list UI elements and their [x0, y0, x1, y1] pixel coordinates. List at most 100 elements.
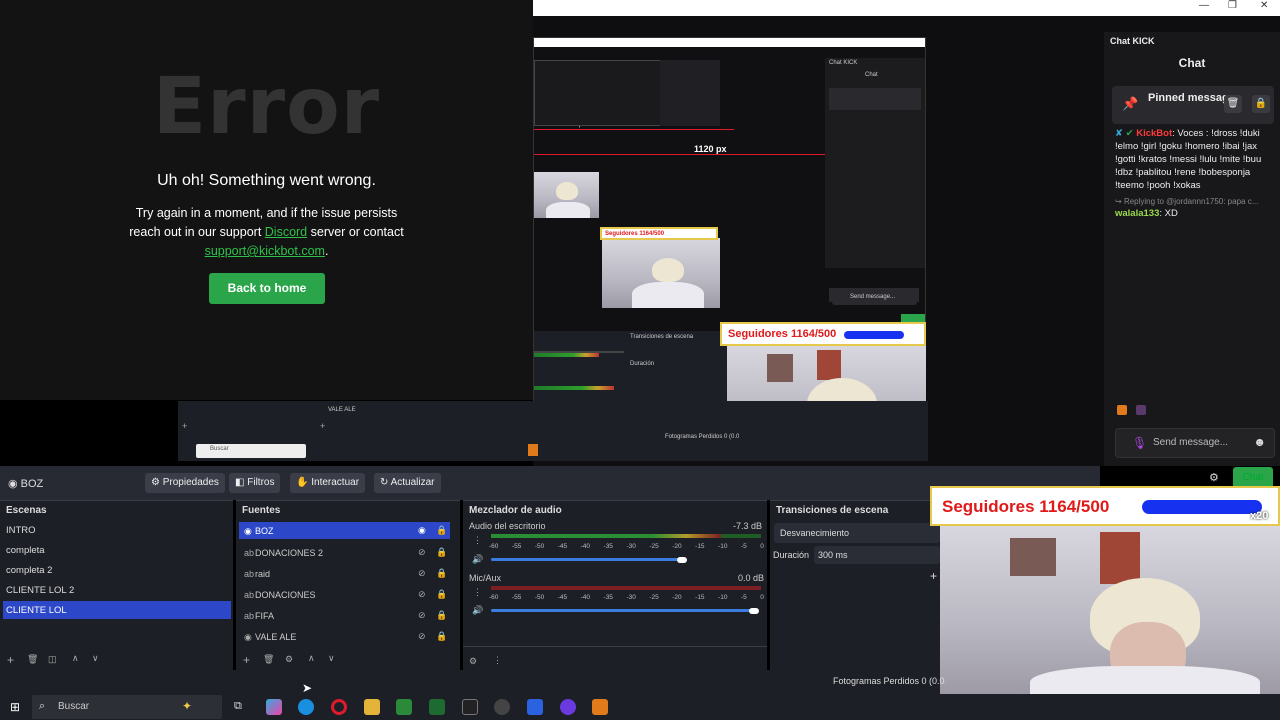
- lock-icon[interactable]: 🔒: [436, 631, 447, 642]
- pinned-label: Pinned message: [1148, 92, 1235, 104]
- lock-icon[interactable]: 🔒: [436, 610, 447, 621]
- source-item[interactable]: FIFA: [255, 611, 274, 621]
- filters-button[interactable]: ◧ Filtros: [229, 473, 281, 493]
- eye-icon[interactable]: ◉: [418, 525, 426, 536]
- add-icon[interactable]: +: [7, 653, 14, 667]
- menu-dots-icon[interactable]: ⋮: [493, 655, 502, 666]
- desktop-volume-slider[interactable]: [491, 558, 681, 561]
- move-down-icon[interactable]: ∨: [92, 653, 99, 664]
- close-button[interactable]: ✕: [1260, 0, 1268, 11]
- chat-username[interactable]: walala133: [1115, 208, 1159, 219]
- send-message-input[interactable]: 🎙 Send message... ☻: [1115, 428, 1275, 458]
- scene-item[interactable]: INTRO: [6, 525, 36, 536]
- mic-volume-slider[interactable]: [491, 609, 756, 612]
- eye-hidden-icon[interactable]: ⊘: [418, 547, 426, 558]
- browser-icon: ◉: [244, 526, 252, 536]
- taskbar-search[interactable]: ⌕ Buscar ✦: [32, 695, 222, 719]
- status-bar: [0, 670, 940, 694]
- transition-select[interactable]: Desvanecimiento: [774, 523, 940, 543]
- app-icon[interactable]: [429, 699, 445, 715]
- gear-icon[interactable]: ⚙: [1209, 471, 1219, 484]
- followers-text-large: Seguidores 1164/500: [942, 497, 1110, 516]
- move-up-icon[interactable]: ∧: [72, 653, 79, 664]
- mic-db: 0.0 dB: [738, 573, 765, 583]
- edge-icon[interactable]: [298, 699, 314, 715]
- eye-hidden-icon[interactable]: ⊘: [418, 631, 426, 642]
- filter-icon[interactable]: ◫: [48, 654, 57, 665]
- lock-icon[interactable]: 🔒: [436, 547, 447, 558]
- duration-input[interactable]: 300 ms: [814, 546, 940, 564]
- nested-followers-text: Seguidores 1164/500: [605, 231, 665, 237]
- move-down-icon[interactable]: ∨: [328, 653, 335, 664]
- folder-icon[interactable]: [364, 699, 380, 715]
- epic-games-icon[interactable]: [462, 699, 478, 715]
- restore-button[interactable]: ❐: [1228, 0, 1237, 11]
- trash-icon[interactable]: 🗑: [1224, 95, 1242, 113]
- nested-obs-bottom: + + VALE ALE Buscar Fotogramas Perdidos …: [178, 401, 928, 461]
- scenes-dock: Escenas INTRO completa completa 2 CLIENT…: [0, 500, 233, 670]
- app-icon[interactable]: [560, 699, 576, 715]
- desktop-audio-label: Audio del escritorio: [469, 521, 546, 531]
- opera-icon[interactable]: [331, 699, 347, 715]
- source-item[interactable]: DONACIONES: [255, 590, 316, 600]
- source-item[interactable]: DONACIONES 2: [255, 548, 323, 558]
- source-item[interactable]: VALE ALE: [255, 632, 296, 642]
- search-placeholder: Buscar: [58, 701, 90, 712]
- chat-username[interactable]: KickBot: [1136, 128, 1172, 139]
- scene-item[interactable]: completa 2: [6, 565, 52, 576]
- error-headline: Uh oh! Something went wrong.: [157, 172, 376, 189]
- source-item[interactable]: BOZ: [255, 526, 274, 536]
- trash-icon[interactable]: 🗑: [27, 654, 38, 665]
- support-email-link[interactable]: support@kickbot.com: [205, 244, 325, 258]
- duration-label: Duración: [773, 550, 810, 560]
- scene-item[interactable]: CLIENTE LOL 2: [6, 585, 74, 596]
- mic-label: Mic/Aux: [469, 573, 502, 583]
- volume-icon[interactable]: 🔊: [472, 554, 483, 565]
- lock-icon[interactable]: 🔒: [436, 589, 447, 600]
- emote-icon[interactable]: [1117, 405, 1127, 415]
- app-icon[interactable]: [396, 699, 412, 715]
- window-titlebar: — ❐ ✕: [533, 0, 1280, 16]
- minimize-button[interactable]: —: [1199, 0, 1209, 11]
- eye-hidden-icon[interactable]: ⊘: [418, 610, 426, 621]
- send-message-placeholder: Send message...: [1153, 437, 1229, 448]
- add-icon[interactable]: +: [243, 653, 250, 667]
- emote-icon[interactable]: [1136, 405, 1146, 415]
- task-view-icon[interactable]: ⧉: [234, 700, 242, 713]
- copilot-icon[interactable]: [266, 699, 282, 715]
- duration-value: 300 ms: [818, 550, 848, 560]
- gear-icon[interactable]: ⚙: [285, 654, 293, 665]
- eye-hidden-icon[interactable]: ⊘: [418, 568, 426, 579]
- obs-icon[interactable]: [494, 699, 510, 715]
- refresh-button[interactable]: ↻ Actualizar: [374, 473, 441, 493]
- properties-button[interactable]: ⚙ Propiedades: [145, 473, 225, 493]
- desktop-volume-handle[interactable]: [677, 557, 687, 563]
- move-up-icon[interactable]: ∧: [308, 653, 315, 664]
- eye-hidden-icon[interactable]: ⊘: [418, 589, 426, 600]
- mixer-gear-icon[interactable]: ⚙: [469, 656, 477, 667]
- volume-icon[interactable]: 🔊: [472, 605, 483, 616]
- text-icon: ab: [244, 611, 255, 621]
- menu-dots-icon[interactable]: ⋮: [473, 535, 482, 546]
- trash-icon[interactable]: 🗑: [263, 654, 274, 665]
- desktop-audio-db: -7.3 dB: [733, 521, 763, 531]
- followers-badge: Seguidores 1164/500: [720, 322, 926, 346]
- discord-link[interactable]: Discord: [265, 225, 307, 239]
- scene-item-selected[interactable]: CLIENTE LOL: [6, 605, 67, 616]
- pin-icon: 📌: [1122, 96, 1139, 111]
- menu-dots-icon[interactable]: ⋮: [473, 587, 482, 598]
- mic-icon[interactable]: 🎙: [1132, 436, 1147, 450]
- interact-button[interactable]: ✋ Interactuar: [290, 473, 366, 493]
- scene-item[interactable]: completa: [6, 545, 45, 556]
- back-to-home-button[interactable]: Back to home: [209, 273, 325, 304]
- app-icon[interactable]: [592, 699, 608, 715]
- windows-start-icon[interactable]: ⊞: [10, 700, 20, 714]
- mic-volume-handle[interactable]: [749, 608, 759, 614]
- lock-icon[interactable]: 🔒: [1252, 95, 1270, 113]
- add-icon[interactable]: +: [930, 569, 937, 583]
- lock-icon[interactable]: 🔒: [436, 525, 447, 536]
- source-item[interactable]: raid: [255, 569, 270, 579]
- lock-icon[interactable]: 🔒: [436, 568, 447, 579]
- store-icon[interactable]: [527, 699, 543, 715]
- emoji-icon[interactable]: ☻: [1253, 435, 1266, 449]
